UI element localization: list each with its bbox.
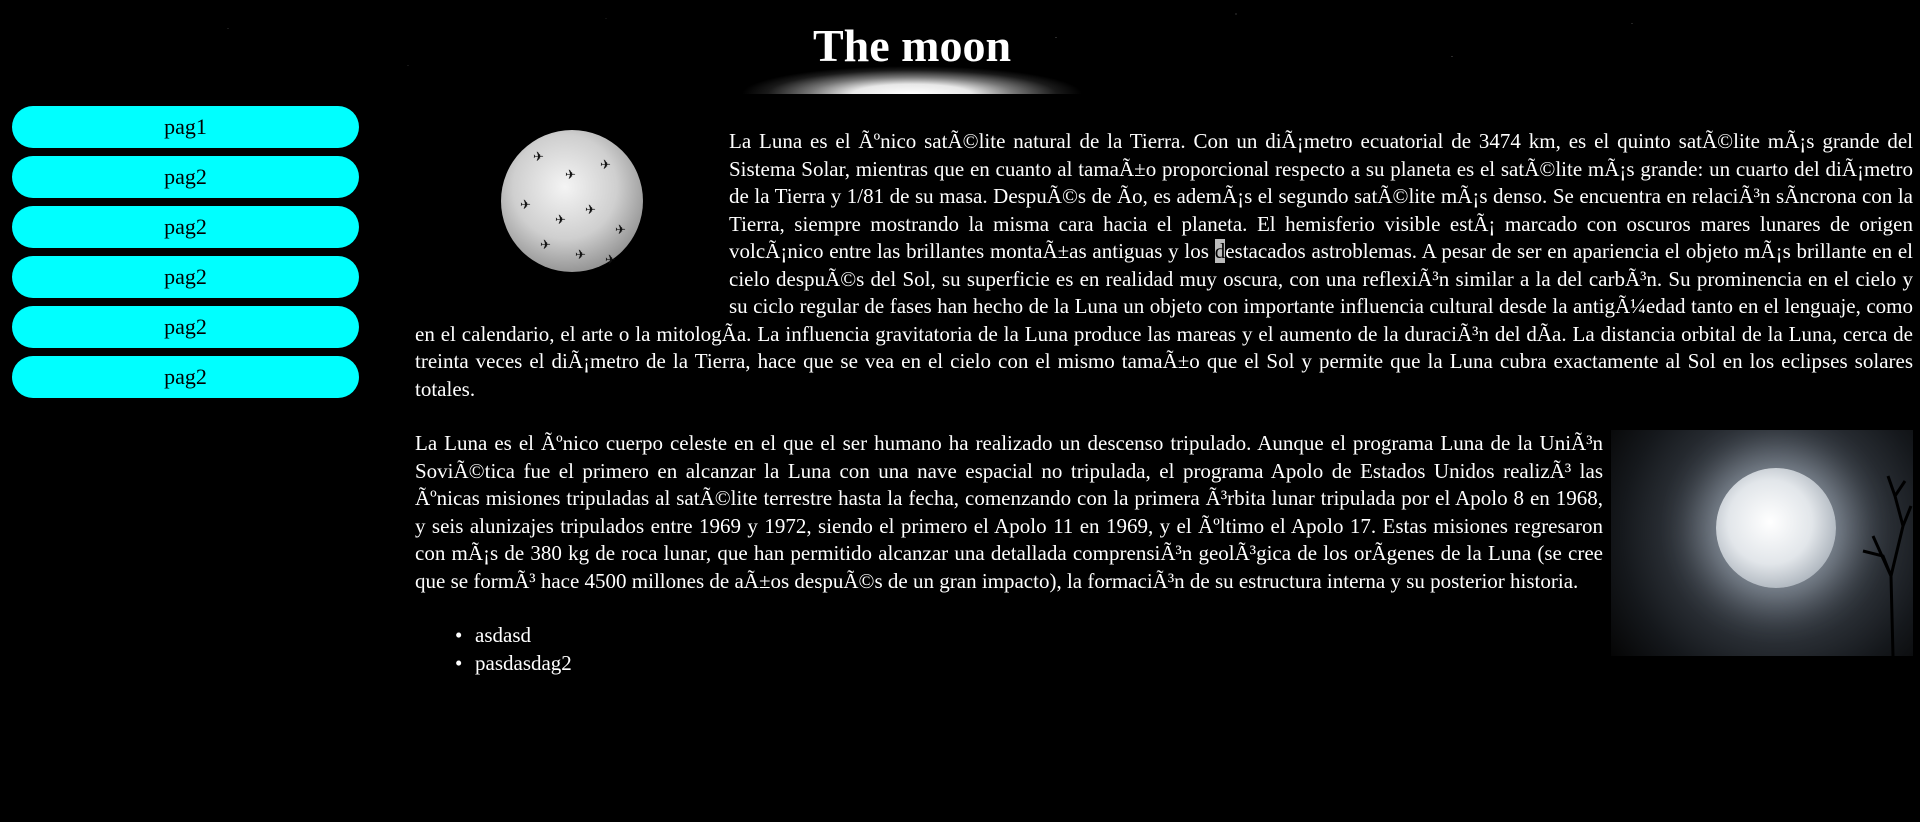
bird-icon: ✈ (540, 237, 551, 252)
bird-icon: ✈ (585, 202, 596, 217)
nav-item-pag2[interactable]: pag2 (12, 206, 359, 248)
list-item: asdasd (455, 622, 1913, 650)
sidebar-nav: pag1 pag2 pag2 pag2 pag2 pag2 (12, 106, 359, 406)
bird-icon: ✈ (555, 212, 566, 227)
nav-item-pag2[interactable]: pag2 (12, 156, 359, 198)
bird-icon: ✈ (600, 157, 611, 172)
moon-with-birds-image: ✈ ✈ ✈ ✈ ✈ ✈ ✈ ✈ ✈ ✈ (415, 128, 723, 300)
paragraph-2-text: La Luna es el Ãºnico cuerpo celeste en e… (415, 431, 1603, 593)
page-title: The moon (812, 20, 1012, 71)
bird-icon: ✈ (533, 149, 544, 164)
bird-icon: ✈ (565, 167, 576, 182)
nav-item-pag2[interactable]: pag2 (12, 306, 359, 348)
moon-disc (1716, 468, 1836, 588)
nav-item-pag2[interactable]: pag2 (12, 256, 359, 298)
text-selection: d (1214, 239, 1226, 263)
main-content: ✈ ✈ ✈ ✈ ✈ ✈ ✈ ✈ ✈ ✈ La Luna es el Ãºnico… (415, 128, 1913, 677)
paragraph-1: ✈ ✈ ✈ ✈ ✈ ✈ ✈ ✈ ✈ ✈ La Luna es el Ãºnico… (415, 128, 1913, 403)
nav-item-pag2[interactable]: pag2 (12, 356, 359, 398)
bird-icon: ✈ (615, 222, 626, 237)
nav-item-pag1[interactable]: pag1 (12, 106, 359, 148)
bird-icon: ✈ (520, 197, 531, 212)
paragraph-2: La Luna es el Ãºnico cuerpo celeste en e… (415, 430, 1913, 656)
list-item: pasdasdag2 (455, 650, 1913, 678)
bird-icon: ✈ (575, 247, 586, 262)
bullet-list: asdasd pasdasdag2 (415, 622, 1913, 677)
header-banner: The moon (12, 0, 1812, 94)
bird-icon: ✈ (605, 252, 616, 267)
